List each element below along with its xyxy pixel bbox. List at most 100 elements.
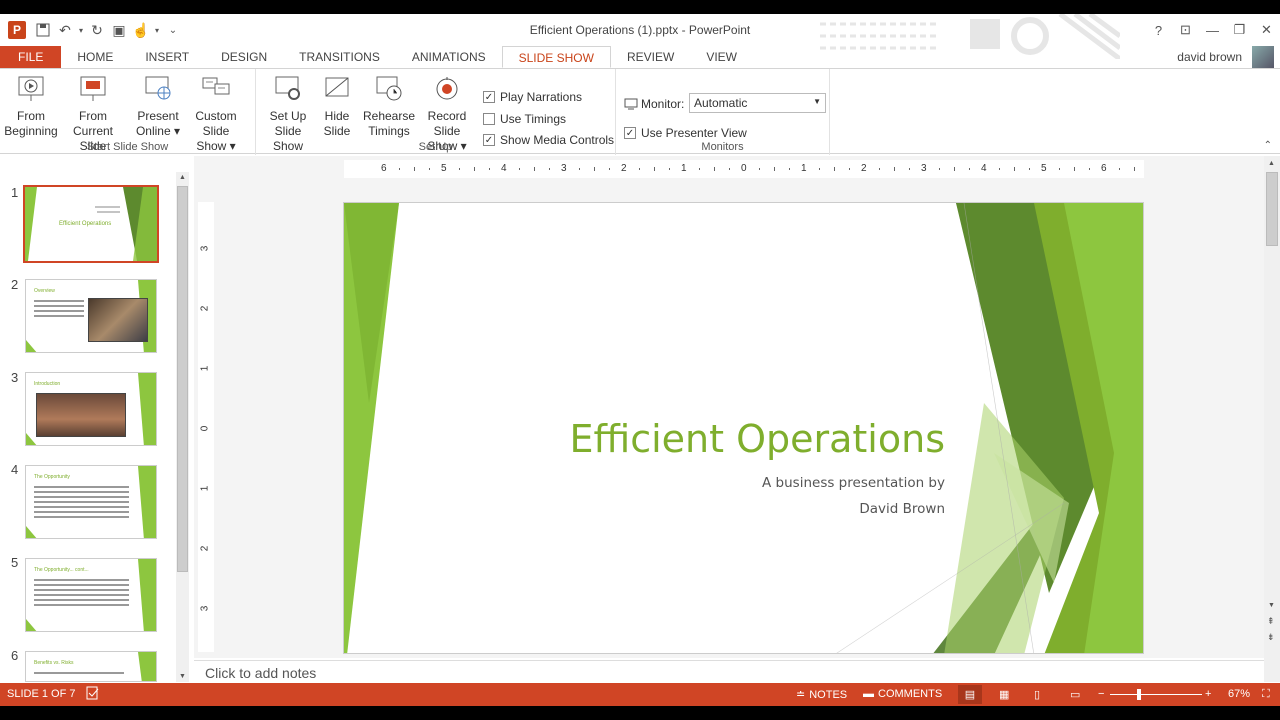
horizontal-ruler-label: 4 [501, 163, 507, 174]
restore-icon[interactable]: ❐ [1226, 20, 1253, 40]
slide-thumbnail-1[interactable]: Efficient Operations [23, 185, 159, 263]
previous-slide-icon[interactable]: ⇞ [1267, 616, 1275, 627]
slide-subtitle-line-2[interactable]: David Brown [859, 501, 945, 517]
slide-title[interactable]: Efficient Operations [569, 417, 945, 461]
horizontal-ruler-tick [1119, 168, 1120, 170]
tab-home[interactable]: HOME [61, 46, 129, 68]
collapse-ribbon-icon[interactable]: ⌃ [1264, 140, 1272, 151]
reading-view-button[interactable]: ▯ [1034, 688, 1040, 701]
tab-animations[interactable]: ANIMATIONS [396, 46, 502, 68]
user-name[interactable]: david brown [1177, 50, 1242, 64]
use-presenter-view-checkbox[interactable]: ✓ Use Presenter View [624, 126, 747, 140]
horizontal-ruler-label: 5 [1041, 163, 1047, 174]
thumb-6-graphic [138, 652, 156, 681]
edit-scroll-up-icon[interactable]: ▲ [1268, 160, 1275, 167]
from-beginning-button[interactable]: From Beginning [4, 73, 58, 139]
use-timings-label: Use Timings [500, 112, 567, 126]
rehearse-timings-icon [373, 73, 405, 105]
set-up-slide-show-icon [272, 73, 304, 105]
status-bar: SLIDE 1 OF 7 ≐ NOTES ▬ COMMENTS ▤ ▦ ▯ ▭ … [0, 683, 1280, 706]
horizontal-ruler-tick [849, 168, 850, 170]
ribbon-display-options-icon[interactable]: ⊡ [1172, 20, 1199, 40]
tab-file[interactable]: FILE [0, 46, 62, 68]
zoom-in-button[interactable]: + [1205, 688, 1211, 700]
zoom-slider-thumb[interactable] [1137, 689, 1141, 700]
zoom-slider[interactable] [1110, 694, 1202, 695]
monitor-select-value: Automatic [694, 96, 748, 110]
tab-view[interactable]: VIEW [690, 46, 753, 68]
next-slide-icon[interactable]: ⇟ [1267, 632, 1275, 643]
play-narrations-checkbox[interactable]: ✓ Play Narrations [483, 90, 582, 104]
horizontal-ruler-tick [939, 168, 940, 170]
thumb-number-4: 4 [11, 462, 19, 477]
thumb-number-2: 2 [11, 277, 19, 292]
zoom-level[interactable]: 67% [1228, 688, 1250, 700]
tab-slide-show[interactable]: SLIDE SHOW [501, 46, 611, 68]
thumb-number-3: 3 [11, 370, 19, 385]
rehearse-timings-button[interactable]: Rehearse Timings [362, 73, 416, 139]
record-slide-show-label-1: Record Slide [427, 109, 467, 138]
vertical-ruler-label: 3 [199, 245, 211, 252]
slide-subtitle-line-1[interactable]: A business presentation by [762, 475, 945, 491]
slide-show-view-button[interactable]: ▭ [1070, 688, 1080, 701]
horizontal-ruler-label: 0 [741, 163, 747, 174]
comments-button[interactable]: ▬ COMMENTS [863, 688, 942, 700]
horizontal-ruler-tick [879, 168, 880, 170]
play-narrations-checkmark-icon: ✓ [483, 91, 495, 103]
horizontal-ruler-tick [519, 168, 520, 170]
slide-canvas[interactable]: Efficient Operations A business presenta… [343, 202, 1144, 654]
slide-thumbnail-2[interactable]: Overview [25, 279, 157, 353]
from-beginning-icon [15, 73, 47, 105]
close-icon[interactable]: ✕ [1253, 20, 1280, 40]
scroll-down-icon[interactable]: ▼ [179, 673, 186, 680]
horizontal-ruler-tick [729, 168, 730, 170]
thumb-number-5: 5 [11, 555, 19, 570]
slide-thumbnail-6[interactable]: Benefits vs. Risks [25, 651, 157, 682]
horizontal-ruler-label: 2 [621, 163, 627, 174]
hide-slide-icon [321, 73, 353, 105]
tab-transitions[interactable]: TRANSITIONS [283, 46, 396, 68]
slide-sorter-button[interactable]: ▦ [999, 688, 1009, 701]
normal-view-icon: ▤ [964, 689, 976, 701]
notes-pane[interactable]: Click to add notes [194, 660, 1264, 682]
group-start-slide-show: From Beginning From Current Slide Presen… [0, 69, 256, 155]
horizontal-ruler-label: 1 [681, 163, 687, 174]
avatar[interactable] [1252, 46, 1274, 68]
notes-icon: ≐ [796, 689, 806, 701]
slide-thumbnail-5[interactable]: The Opportunity... cont... [25, 558, 157, 632]
slide-sorter-icon: ▦ [999, 689, 1010, 701]
tab-insert[interactable]: INSERT [129, 46, 205, 68]
horizontal-ruler-tick [414, 167, 415, 171]
horizontal-ruler-label: 3 [921, 163, 927, 174]
group-label-set-up: Set Up [418, 141, 453, 153]
horizontal-ruler-tick [894, 167, 895, 171]
tab-review[interactable]: REVIEW [611, 46, 690, 68]
edit-scroll-thumb[interactable] [1266, 172, 1278, 246]
monitor-label-row: Monitor: [624, 97, 684, 111]
normal-view-button[interactable]: ▤ [958, 685, 982, 704]
edit-scrollbar[interactable]: ▲ ▼ ⇞ ⇟ [1264, 156, 1280, 682]
edit-scroll-down-icon[interactable]: ▼ [1268, 602, 1275, 609]
zoom-out-button[interactable]: − [1098, 688, 1104, 700]
tab-design[interactable]: DESIGN [205, 46, 283, 68]
slide-thumbnail-4[interactable]: The Opportunity [25, 465, 157, 539]
slide-edit-area: 6 5 4 3 2 1 0 1 2 3 4 5 6 3 2 1 0 1 2 3 Efficient Operatio… [194, 156, 1264, 658]
fit-slide-icon[interactable]: ⛶ [1262, 688, 1270, 701]
scroll-up-icon[interactable]: ▲ [179, 174, 186, 181]
horizontal-ruler-tick [609, 168, 610, 170]
horizontal-ruler-tick [654, 167, 655, 171]
spell-check-icon[interactable] [86, 686, 100, 700]
thumbnail-scroll-thumb[interactable] [177, 186, 188, 572]
hide-slide-button[interactable]: Hide Slide [318, 73, 356, 139]
horizontal-ruler-tick [774, 167, 775, 171]
use-timings-checkbox[interactable]: Use Timings [483, 112, 566, 126]
help-icon[interactable]: ? [1145, 20, 1172, 40]
slide-thumbnail-3[interactable]: Introduction [25, 372, 157, 446]
thumb-6-text-lines [34, 672, 124, 677]
monitor-select[interactable]: Automatic ▼ [689, 93, 826, 113]
thumbnail-scrollbar[interactable]: ▲ ▼ [176, 172, 189, 682]
minimize-icon[interactable]: — [1199, 20, 1226, 40]
horizontal-ruler-tick [759, 168, 760, 170]
notes-button[interactable]: ≐ NOTES [796, 688, 847, 702]
present-online-button[interactable]: Present Online ▾ [134, 73, 182, 139]
